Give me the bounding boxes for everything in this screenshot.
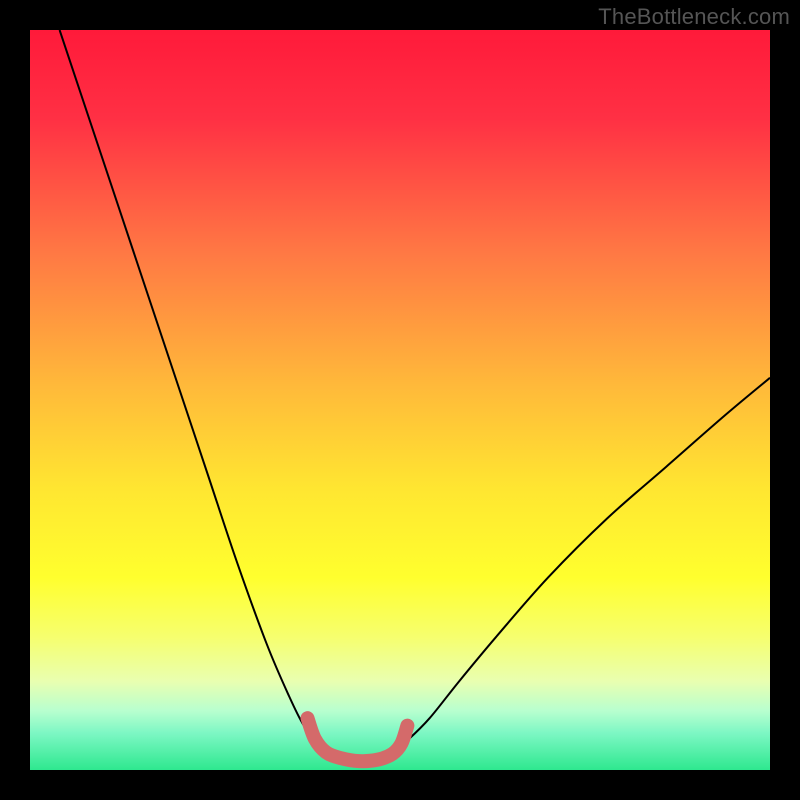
highlight-marker xyxy=(308,718,408,761)
watermark-text: TheBottleneck.com xyxy=(598,4,790,30)
bottleneck-curve xyxy=(60,30,770,760)
plot-area xyxy=(30,30,770,770)
chart-frame: TheBottleneck.com xyxy=(0,0,800,800)
curve-layer xyxy=(30,30,770,770)
